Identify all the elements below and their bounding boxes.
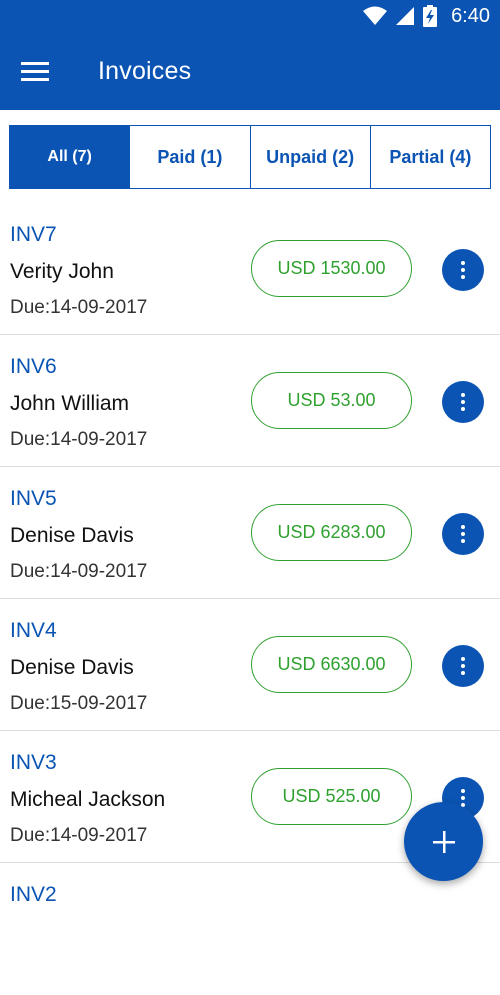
- client-name: Denise Davis: [10, 524, 134, 547]
- invoice-id: INV6: [10, 355, 57, 378]
- tab-paid[interactable]: Paid (1): [130, 126, 251, 188]
- menu-button[interactable]: [0, 32, 70, 110]
- invoice-id: INV7: [10, 223, 57, 246]
- tab-partial[interactable]: Partial (4): [370, 126, 490, 188]
- more-vertical-icon: [461, 796, 465, 800]
- invoice-row[interactable]: INV7 Verity John Due:14-09-2017 USD 1530…: [0, 203, 500, 335]
- invoice-row[interactable]: INV2: [0, 863, 500, 995]
- battery-charging-icon: [423, 5, 438, 27]
- tab-unpaid[interactable]: Unpaid (2): [250, 126, 371, 188]
- app-bar: Invoices: [0, 32, 500, 110]
- more-options-button[interactable]: [442, 513, 484, 555]
- more-vertical-icon: [461, 275, 465, 279]
- client-name: Denise Davis: [10, 656, 134, 679]
- plus-icon: [432, 830, 455, 853]
- add-invoice-button[interactable]: [404, 802, 483, 881]
- more-vertical-icon: [461, 664, 465, 668]
- client-name: Micheal Jackson: [10, 788, 166, 811]
- status-bar: 6:40: [0, 0, 500, 32]
- status-time: 6:40: [451, 4, 490, 27]
- amount-badge[interactable]: USD 525.00: [251, 768, 412, 825]
- due-date: Due:14-09-2017: [10, 825, 148, 846]
- invoice-row[interactable]: INV5 Denise Davis Due:14-09-2017 USD 628…: [0, 467, 500, 599]
- more-vertical-icon: [461, 525, 465, 529]
- more-vertical-icon: [461, 657, 465, 661]
- more-vertical-icon: [461, 789, 465, 793]
- invoice-id: INV4: [10, 619, 57, 642]
- due-date: Due:15-09-2017: [10, 693, 148, 714]
- more-vertical-icon: [461, 261, 465, 265]
- hamburger-menu-icon: [21, 62, 49, 81]
- more-vertical-icon: [461, 532, 465, 536]
- more-options-button[interactable]: [442, 645, 484, 687]
- due-date: Due:14-09-2017: [10, 561, 148, 582]
- filter-tabs: All (7) Paid (1) Unpaid (2) Partial (4): [9, 125, 491, 189]
- more-vertical-icon: [461, 671, 465, 675]
- more-options-button[interactable]: [442, 249, 484, 291]
- more-options-button[interactable]: [442, 381, 484, 423]
- more-vertical-icon: [461, 407, 465, 411]
- amount-badge[interactable]: USD 53.00: [251, 372, 412, 429]
- invoice-id: INV5: [10, 487, 57, 510]
- amount-badge[interactable]: USD 6630.00: [251, 636, 412, 693]
- client-name: John William: [10, 392, 130, 415]
- invoice-id: INV2: [10, 883, 57, 906]
- invoice-row[interactable]: INV4 Denise Davis Due:15-09-2017 USD 663…: [0, 599, 500, 731]
- client-name: Verity John: [10, 260, 114, 283]
- amount-badge[interactable]: USD 1530.00: [251, 240, 412, 297]
- more-vertical-icon: [461, 539, 465, 543]
- due-date: Due:14-09-2017: [10, 297, 148, 318]
- due-date: Due:14-09-2017: [10, 429, 148, 450]
- more-vertical-icon: [461, 400, 465, 404]
- tab-all[interactable]: All (7): [10, 126, 131, 188]
- signal-icon: [396, 7, 415, 25]
- more-vertical-icon: [461, 268, 465, 272]
- invoice-id: INV3: [10, 751, 57, 774]
- amount-badge[interactable]: USD 6283.00: [251, 504, 412, 561]
- more-vertical-icon: [461, 393, 465, 397]
- page-title: Invoices: [98, 56, 192, 85]
- invoice-row[interactable]: INV6 John William Due:14-09-2017 USD 53.…: [0, 335, 500, 467]
- wifi-icon: [363, 6, 388, 25]
